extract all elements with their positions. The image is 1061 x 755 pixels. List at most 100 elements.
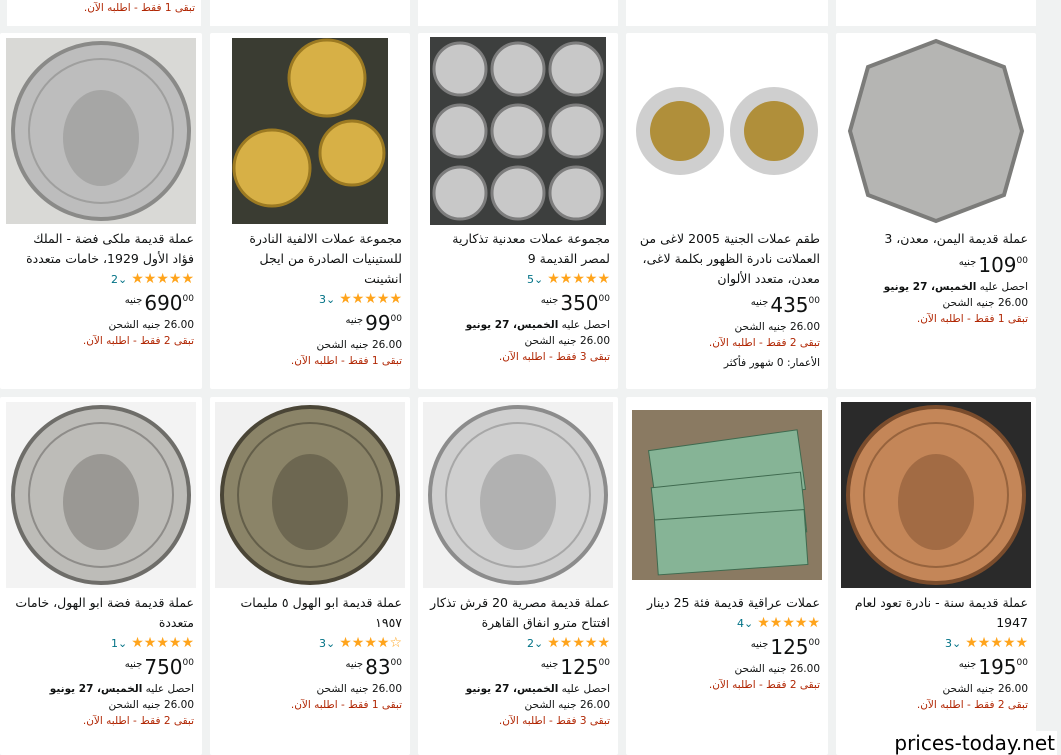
shipping-fee: 26.00 جنيه الشحن [108, 699, 194, 711]
product-title-link[interactable]: طقم عملات الجنية 2005 لاغى من العملاتت ن… [634, 229, 820, 289]
rating-widget[interactable]: 3⌄ ★★★★☆ [218, 635, 402, 651]
product-title-link[interactable]: عملة قديمة اليمن، معدن، 3 [844, 229, 1028, 249]
price-fraction: 00 [390, 658, 402, 668]
price-whole: 83 [365, 655, 391, 679]
product-card[interactable]: عملة قديمة مصرية 20 قرش تذكار افتتاح متر… [418, 397, 618, 755]
product-card[interactable]: عملة قديمة ملكى فضة - الملك فؤاد الأول 1… [0, 33, 202, 389]
product-card[interactable]: مجموعة عملات الالفية النادرة للستينيات ا… [210, 33, 410, 389]
stock-warning: تبقى 2 فقط - اطلبه الآن. [82, 715, 194, 727]
product-card[interactable]: طقم عملات الجنية 2005 لاغى من العملاتت ن… [626, 33, 828, 389]
star-rating-icon: ★★★★★ [757, 615, 820, 631]
price-fraction: 00 [598, 658, 610, 668]
rating-count[interactable]: 3⌄ [945, 637, 961, 650]
price-currency: جنيه [750, 297, 769, 308]
delivery-date: احصل عليه الخميس، 27 يونيو [465, 683, 610, 695]
price: جنيه 195 00 [844, 655, 1028, 681]
price: جنيه 83 00 [218, 655, 402, 681]
yemen-coin-image[interactable] [836, 33, 1036, 229]
product-card[interactable]: مجموعة عملات معدنية تذكارية لمصر القديمة… [418, 33, 618, 389]
previous-row-card: تبقى 1 فقط - اطلبه الآن. [7, 0, 201, 26]
rating-widget[interactable]: 2⌄ ★★★★★ [8, 271, 194, 287]
price: جنيه 435 00 [634, 293, 820, 319]
price-currency: جنيه [750, 639, 769, 650]
king-fuad-silver-coin-image[interactable] [0, 33, 202, 229]
rating-widget[interactable]: 4⌄ ★★★★★ [634, 615, 820, 631]
product-title-link[interactable]: عملة قديمة ابو الهول ٥ مليمات ١٩٥٧ [218, 593, 402, 633]
king-farouk-coin-image[interactable] [836, 397, 1036, 593]
price-whole: 350 [560, 291, 599, 315]
rating-count[interactable]: 1⌄ [111, 637, 127, 650]
metro-silver-coin-image[interactable] [418, 397, 618, 593]
rating-count[interactable]: 2⌄ [527, 637, 543, 650]
price: جنيه 109 00 [844, 253, 1028, 279]
price: جنيه 125 00 [426, 655, 610, 681]
price-fraction: 00 [598, 294, 610, 304]
price-whole: 109 [978, 253, 1017, 277]
star-rating-icon: ★★★★★ [131, 635, 194, 651]
star-rating-icon: ★★★★★ [131, 271, 194, 287]
stock-warning: تبقى 2 فقط - اطلبه الآن. [82, 335, 194, 347]
stock-warning: تبقى 2 فقط - اطلبه الآن. [916, 699, 1028, 711]
bimetal-pound-coins-image[interactable] [626, 33, 828, 229]
price-fraction: 00 [1016, 658, 1028, 668]
shipping-fee: 26.00 جنيه الشحن [108, 319, 194, 331]
rating-widget[interactable]: 3⌄ ★★★★★ [844, 635, 1028, 651]
price-whole: 99 [365, 311, 391, 335]
price-fraction: 00 [182, 658, 194, 668]
price-fraction: 00 [1016, 256, 1028, 266]
delivery-date: احصل عليه الخميس، 27 يونيو [883, 281, 1028, 293]
star-rating-icon: ★★★★★ [547, 271, 610, 287]
sphinx-bronze-coin-image[interactable] [210, 397, 410, 593]
price-whole: 195 [978, 655, 1017, 679]
stock-warning: تبقى 3 فقط - اطلبه الآن. [498, 715, 610, 727]
product-card[interactable]: عملة قديمة اليمن، معدن، 3 جنيه 109 00 احصل ع… [836, 33, 1036, 389]
product-title-link[interactable]: عملة قديمة مصرية 20 قرش تذكار افتتاح متر… [426, 593, 610, 633]
product-title-link[interactable]: عملات عراقية قديمة فئة 25 دينار [634, 593, 820, 613]
previous-row-card [836, 0, 1036, 26]
rating-widget[interactable]: 1⌄ ★★★★★ [8, 635, 194, 651]
rating-count[interactable]: 5⌄ [527, 273, 543, 286]
rating-widget[interactable]: 3⌄ ★★★★★ [218, 291, 402, 307]
nine-coins-grid-image[interactable] [418, 33, 618, 229]
product-title-link[interactable]: عملة قديمة سنة - نادرة تعود لعام 1947 [844, 593, 1028, 633]
price-currency: جنيه [124, 295, 143, 306]
stock-warning: تبقى 1 فقط - اطلبه الآن. [290, 699, 402, 711]
stock-warning: تبقى 1 فقط - اطلبه الآن. [290, 355, 402, 367]
sphinx-silver-coin-image[interactable] [0, 397, 202, 593]
star-rating-icon: ★★★★★ [547, 635, 610, 651]
rating-count[interactable]: 3⌄ [319, 293, 335, 306]
rating-count[interactable]: 4⌄ [737, 617, 753, 630]
price-currency: جنيه [345, 659, 364, 670]
price-currency: جنيه [540, 659, 559, 670]
price-whole: 750 [144, 655, 183, 679]
previous-row-card [418, 0, 618, 26]
rating-widget[interactable]: 5⌄ ★★★★★ [426, 271, 610, 287]
shipping-fee: 26.00 جنيه الشحن [942, 683, 1028, 695]
price: جنيه 750 00 [8, 655, 194, 681]
product-title-link[interactable]: عملة قديمة ملكى فضة - الملك فؤاد الأول 1… [8, 229, 194, 269]
price: جنيه 99 00 [218, 311, 402, 337]
stock-warning: تبقى 3 فقط - اطلبه الآن. [498, 351, 610, 363]
rating-count[interactable]: 3⌄ [319, 637, 335, 650]
previous-row-card [626, 0, 828, 26]
star-rating-icon: ★★★★☆ [339, 635, 402, 651]
previous-row-card [210, 0, 410, 26]
product-card[interactable]: عملة قديمة سنة - نادرة تعود لعام 1947 3⌄ ★… [836, 397, 1036, 755]
shipping-fee: 26.00 جنيه الشحن [316, 339, 402, 351]
product-card[interactable]: عملة قديمة ابو الهول ٥ مليمات ١٩٥٧ 3⌄ ★★★★… [210, 397, 410, 755]
iraqi-banknotes-image[interactable] [626, 397, 828, 593]
product-title-link[interactable]: مجموعة عملات معدنية تذكارية لمصر القديمة… [426, 229, 610, 269]
shipping-fee: 26.00 جنيه الشحن [942, 297, 1028, 309]
rating-count[interactable]: 2⌄ [111, 273, 127, 286]
shipping-fee: 26.00 جنيه الشحن [734, 321, 820, 333]
product-title-link[interactable]: عملة قديمة فضة ابو الهول، خامات متعددة [8, 593, 194, 633]
price-currency: جنيه [540, 295, 559, 306]
stock-warning: تبقى 2 فقط - اطلبه الآن. [708, 337, 820, 349]
price-currency: جنيه [958, 257, 977, 268]
rating-widget[interactable]: 2⌄ ★★★★★ [426, 635, 610, 651]
product-title-link[interactable]: مجموعة عملات الالفية النادرة للستينيات ا… [218, 229, 402, 289]
eagle-brass-coins-image[interactable] [210, 33, 410, 229]
product-card[interactable]: عملات عراقية قديمة فئة 25 دينار 4⌄ ★★★★★ جن… [626, 397, 828, 755]
price-fraction: 00 [808, 296, 820, 306]
product-card[interactable]: عملة قديمة فضة ابو الهول، خامات متعددة 1⌄… [0, 397, 202, 755]
